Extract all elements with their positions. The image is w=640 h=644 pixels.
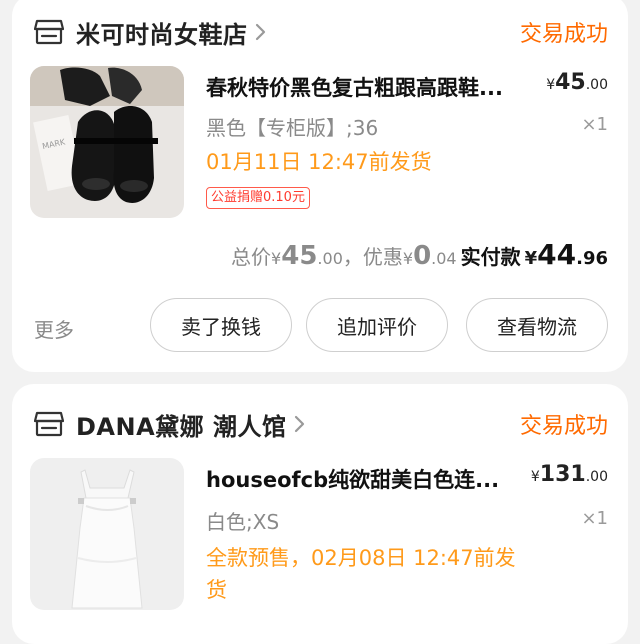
product-title[interactable]: houseofcb纯欲甜美白色连...	[206, 464, 516, 494]
paid-decimal: .96	[576, 248, 608, 269]
shop-name[interactable]: DANA黛娜 潮人馆	[76, 407, 287, 442]
shop-header[interactable]: DANA黛娜 潮人馆	[33, 404, 307, 444]
total-decimal: .00	[317, 249, 343, 268]
chevron-right-icon	[293, 413, 307, 435]
paid-integer: 44	[537, 238, 577, 271]
total-label: 总价	[231, 245, 272, 269]
product-quantity: ×1	[581, 114, 608, 135]
chevron-right-icon	[254, 21, 268, 43]
product-price: ¥131.00	[531, 462, 608, 487]
discount-currency: ¥	[402, 249, 414, 268]
product-title[interactable]: 春秋特价黑色复古粗跟高跟鞋...	[206, 72, 536, 102]
more-button[interactable]: 更多	[34, 314, 74, 343]
order-total: 总价 ¥ 45 .00 ，优惠 ¥ 0 .04 实付款 ¥ 44 .96	[231, 238, 608, 271]
paid-label: 实付款	[460, 245, 521, 269]
discount-decimal: .04	[431, 249, 457, 268]
price-symbol: ¥	[546, 77, 556, 93]
view-logistics-button[interactable]: 查看物流	[466, 298, 608, 352]
order-card[interactable]: 米可时尚女鞋店 交易成功 MARK 春秋特价黑色复古粗跟高跟鞋... ¥45.0…	[12, 0, 628, 372]
add-review-button[interactable]: 追加评价	[306, 298, 448, 352]
product-quantity: ×1	[581, 508, 608, 529]
shop-header[interactable]: 米可时尚女鞋店	[33, 12, 268, 52]
product-image[interactable]	[30, 458, 184, 610]
shipping-time: 01月11日 12:47前发货	[206, 150, 432, 174]
shop-icon	[33, 411, 65, 437]
paid-currency: ¥	[524, 248, 538, 269]
discount-integer: 0	[413, 241, 432, 271]
price-integer: 131	[539, 462, 586, 487]
order-status: 交易成功	[519, 22, 608, 47]
product-spec: 白色;XS	[206, 510, 280, 534]
discount-label: ，优惠	[342, 245, 403, 269]
shop-icon	[33, 19, 65, 45]
total-currency: ¥	[271, 249, 282, 268]
order-card[interactable]: DANA黛娜 潮人馆 交易成功 houseofcb纯欲甜美白色连... ¥131…	[12, 384, 628, 644]
price-integer: 45	[555, 70, 586, 95]
shipping-time: 全款预售，02月08日 12:47前发货	[206, 546, 516, 602]
product-image[interactable]: MARK	[30, 66, 184, 218]
price-symbol: ¥	[530, 469, 540, 485]
shop-name[interactable]: 米可时尚女鞋店	[76, 15, 248, 50]
price-decimal: .00	[585, 77, 608, 93]
resell-button[interactable]: 卖了换钱	[150, 298, 292, 352]
total-integer: 45	[281, 241, 318, 271]
product-spec: 黑色【专柜版】;36	[206, 116, 379, 140]
charity-tag: 公益捐赠0.10元	[206, 187, 310, 209]
price-decimal: .00	[585, 469, 608, 485]
order-status: 交易成功	[519, 414, 608, 439]
product-price: ¥45.00	[546, 70, 608, 95]
